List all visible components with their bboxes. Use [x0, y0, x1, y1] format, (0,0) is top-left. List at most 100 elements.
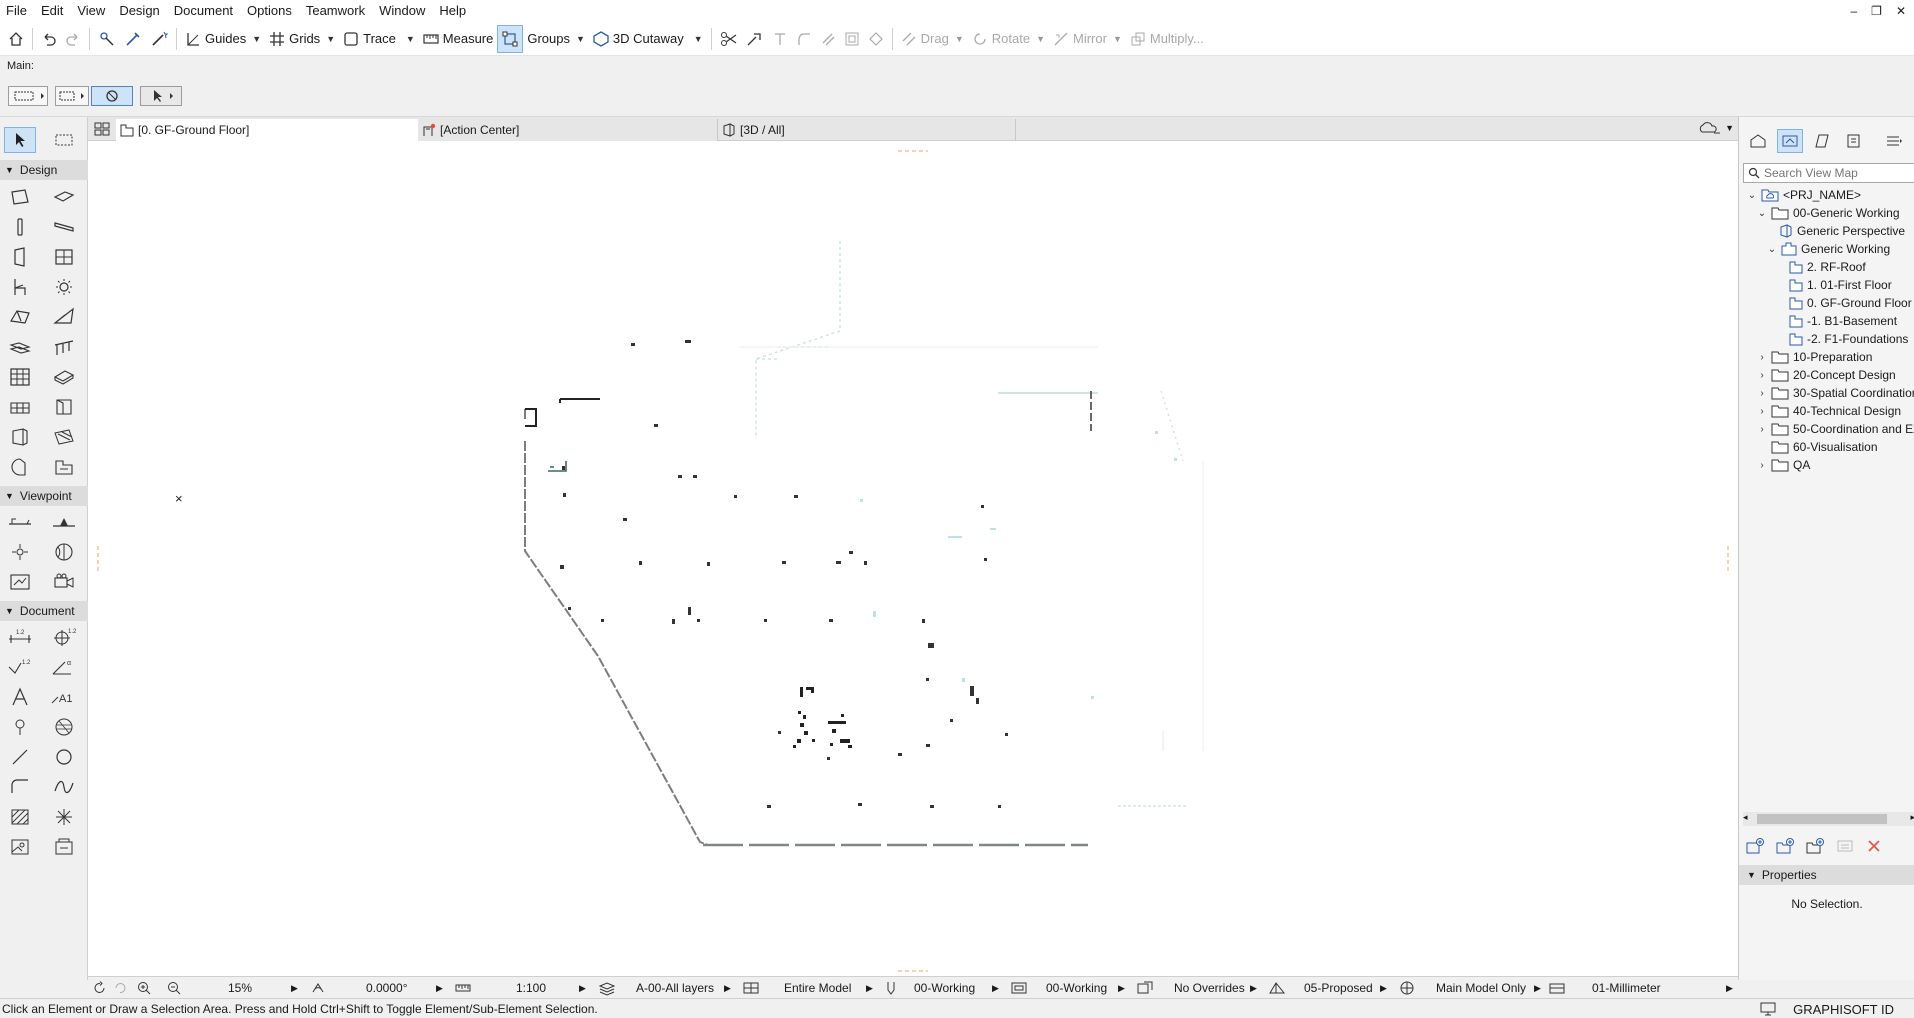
floor-plan-canvas[interactable]: × [88, 141, 1738, 976]
dimension-standard[interactable]: 01-Millimeter [1592, 977, 1661, 999]
rebuild-icon[interactable] [92, 980, 108, 996]
inject-parameters-button[interactable] [120, 25, 146, 53]
change-tool[interactable] [48, 834, 80, 860]
fillet-button[interactable] [792, 25, 816, 53]
layout-book-button[interactable] [1809, 129, 1835, 153]
menu-help[interactable]: Help [432, 0, 473, 22]
stair-tool[interactable] [4, 334, 36, 360]
menu-document[interactable]: Document [167, 0, 240, 22]
railing-tool[interactable] [48, 334, 80, 360]
chevron-down-icon[interactable]: ▼ [326, 34, 335, 44]
polyline-tool[interactable] [4, 774, 36, 800]
redo-button[interactable] [61, 25, 85, 53]
fill-tool[interactable] [48, 714, 80, 740]
zoom-level[interactable]: 15% [228, 977, 252, 999]
dimension-standard-icon[interactable] [1548, 980, 1566, 996]
morph-tool[interactable] [48, 364, 80, 390]
structural-function-filter[interactable]: Main Model Only [1436, 977, 1526, 999]
chevron-right-icon[interactable]: ▶ [1380, 977, 1387, 999]
window-tool[interactable] [48, 244, 80, 270]
chevron-down-icon[interactable]: ▼ [955, 34, 964, 44]
menu-teamwork[interactable]: Teamwork [299, 0, 372, 22]
graphisoft-id-button[interactable]: GRAPHISOFT ID [1793, 1002, 1894, 1017]
lamp-tool[interactable] [48, 274, 80, 300]
orientation-angle[interactable]: 0.0000° [366, 977, 408, 999]
close-button[interactable]: ✕ [1896, 4, 1906, 18]
tree-item-rf-roof[interactable]: 2. RF-Roof [1789, 257, 1866, 277]
skylight-tool[interactable] [4, 424, 36, 450]
chevron-right-icon[interactable]: ▶ [291, 977, 298, 999]
menu-window[interactable]: Window [372, 0, 432, 22]
navigator-horizontal-scrollbar[interactable]: ◂ ▸ [1743, 812, 1914, 826]
chevron-down-icon[interactable]: ⌄ [1747, 190, 1757, 201]
arc-tool[interactable] [48, 744, 80, 770]
roof-plane-tool[interactable] [48, 424, 80, 450]
chevron-right-icon[interactable]: ▶ [436, 977, 443, 999]
chevron-right-icon[interactable]: › [1757, 460, 1767, 471]
home-button[interactable] [4, 25, 28, 53]
partial-structure-icon[interactable] [742, 980, 760, 996]
structural-function-icon[interactable] [1398, 980, 1416, 996]
tab-ground-floor[interactable]: [0. GF-Ground Floor] × [116, 119, 442, 141]
tree-item-coordination-execution[interactable]: › 50-Coordination and Ex [1757, 419, 1914, 439]
model-display[interactable]: Entire Model [784, 977, 851, 999]
worksheet-tool[interactable] [48, 539, 80, 565]
object-tool[interactable] [4, 274, 36, 300]
settings-list-icon[interactable] [1835, 837, 1855, 855]
scroll-right-icon[interactable]: ▸ [1910, 812, 1914, 823]
chevron-right-icon[interactable]: › [1757, 388, 1767, 399]
marquee-tool[interactable] [48, 127, 80, 153]
magic-wand-button[interactable] [146, 25, 172, 53]
multiply-button[interactable]: Multiply... [1126, 25, 1208, 53]
tree-item-visualisation[interactable]: 60-Visualisation [1757, 437, 1878, 457]
chevron-down-icon[interactable]: ▼ [1113, 34, 1122, 44]
undo-button[interactable] [37, 25, 61, 53]
chevron-right-icon[interactable]: › [1757, 352, 1767, 363]
tab-overview-button[interactable] [92, 119, 112, 139]
tree-item-concept-design[interactable]: › 20-Concept Design [1757, 365, 1895, 385]
slab-tool[interactable] [48, 184, 80, 210]
chevron-right-icon[interactable]: › [1757, 370, 1767, 381]
graphic-overrides-icon[interactable] [1136, 980, 1154, 996]
tree-item-spatial-coordination[interactable]: › 30-Spatial Coordination [1757, 383, 1914, 403]
camera-tool[interactable] [48, 569, 80, 595]
geometry-method-button[interactable] [55, 86, 89, 106]
opening-tool[interactable] [4, 454, 36, 480]
elevation-tool[interactable] [48, 509, 80, 535]
dimension-tool[interactable]: 1.2 [4, 624, 36, 650]
zoom-icon[interactable] [166, 980, 182, 996]
tree-item-foundations[interactable]: -2. F1-Foundations [1789, 329, 1908, 349]
scroll-left-icon[interactable]: ◂ [1743, 812, 1748, 823]
menu-edit[interactable]: Edit [34, 0, 70, 22]
search-input[interactable] [1764, 166, 1904, 180]
chevron-right-icon[interactable]: ▶ [992, 977, 999, 999]
chevron-down-icon[interactable]: ▼ [1036, 34, 1045, 44]
new-folder-icon[interactable] [1805, 837, 1825, 855]
view-map-button[interactable] [1777, 129, 1803, 153]
pet-palette-button[interactable] [91, 86, 133, 106]
radial-dimension-tool[interactable]: 1.2 [4, 654, 36, 680]
layers-icon[interactable] [598, 980, 616, 996]
intersect-button[interactable] [768, 25, 792, 53]
pen-set[interactable]: 00-Working [914, 977, 975, 999]
mirror-button[interactable]: Mirror ▼ [1049, 25, 1126, 53]
explode-button[interactable] [864, 25, 888, 53]
trace-button[interactable]: Trace [339, 25, 400, 53]
chevron-right-icon[interactable]: ▶ [579, 977, 586, 999]
graphic-overrides[interactable]: No Overrides [1174, 977, 1245, 999]
clone-folder-icon[interactable] [1775, 837, 1795, 855]
toolbox-section-design[interactable]: ▼ Design [0, 160, 88, 180]
arrow-tool-settings-button[interactable] [140, 86, 182, 106]
menu-view[interactable]: View [70, 0, 112, 22]
roof-tool[interactable] [4, 304, 36, 330]
monitor-icon[interactable] [1759, 1001, 1777, 1017]
label-tool[interactable]: A1 [48, 684, 80, 710]
wall-tool[interactable] [4, 184, 36, 210]
drawing-tool[interactable] [4, 834, 36, 860]
adjust-button[interactable] [742, 25, 768, 53]
layer-combination[interactable]: A-00-All layers [636, 977, 714, 999]
toolbox-section-viewpoint[interactable]: ▼ Viewpoint [0, 486, 88, 506]
3d-cutaway-button[interactable]: 3D Cutaway [589, 25, 688, 53]
shell-tool[interactable] [48, 304, 80, 330]
scrollbar-thumb[interactable] [1757, 814, 1887, 824]
